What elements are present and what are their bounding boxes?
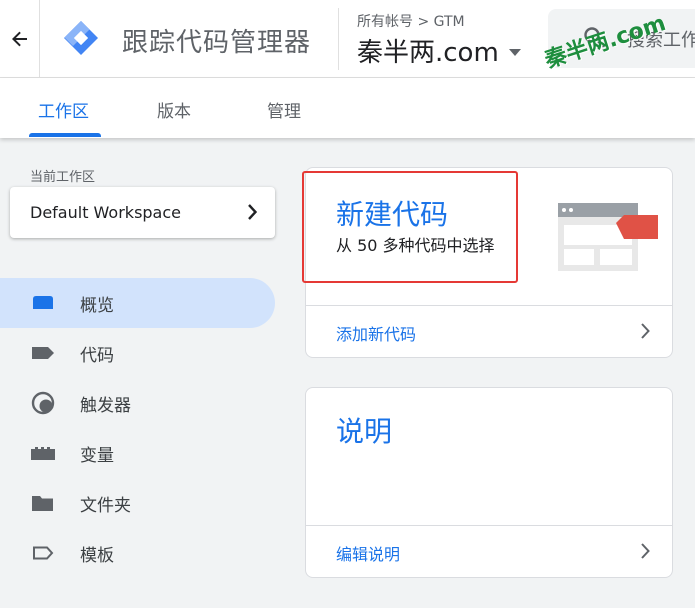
top-app-bar: 跟踪代码管理器 所有帐号 > GTM 秦半两.com 搜索工作 秦半两.com (0, 0, 695, 78)
sidebar-item-templates[interactable]: 模板 (0, 528, 275, 578)
variable-icon (31, 447, 55, 460)
tag-icon (32, 347, 54, 359)
chevron-right-icon (248, 204, 257, 220)
edit-description-link[interactable]: 编辑说明 (336, 541, 400, 565)
description-card: 说明 编辑说明 (305, 387, 673, 578)
back-button[interactable] (0, 0, 40, 78)
overview-icon (33, 296, 53, 309)
edit-description-row[interactable]: 编辑说明 (306, 525, 672, 577)
chevron-right-icon (641, 323, 650, 339)
tag-illustration-icon (558, 203, 658, 271)
container-selector[interactable]: 秦半两.com (357, 32, 521, 69)
sidebar-item-folders[interactable]: 文件夹 (0, 478, 275, 528)
sidebar-item-overview[interactable]: 概览 (0, 278, 275, 328)
dropdown-caret-icon (508, 49, 521, 56)
account-breadcrumb[interactable]: 所有帐号 > GTM (357, 11, 465, 31)
header-divider (338, 8, 339, 70)
sidebar-item-label: 文件夹 (80, 496, 131, 516)
add-new-tag-link[interactable]: 添加新代码 (336, 321, 416, 345)
template-icon (33, 546, 54, 560)
app-title: 跟踪代码管理器 (122, 28, 312, 58)
workspace-selector[interactable]: Default Workspace (10, 187, 275, 238)
sidebar-item-label: 触发器 (80, 396, 131, 416)
tab-versions[interactable]: 版本 (157, 97, 191, 122)
trigger-icon (31, 391, 55, 415)
tab-admin[interactable]: 管理 (267, 97, 301, 122)
workspace-name: Default Workspace (30, 203, 181, 222)
sidebar-item-label: 概览 (80, 296, 114, 316)
folder-icon (32, 496, 53, 511)
sidebar-item-tags[interactable]: 代码 (0, 328, 275, 378)
sidebar-item-label: 模板 (80, 546, 114, 566)
sidebar-item-variables[interactable]: 变量 (0, 428, 275, 478)
container-name: 秦半两.com (357, 38, 499, 68)
workspace-caption: 当前工作区 (30, 170, 96, 185)
sidebar-item-triggers[interactable]: 触发器 (0, 378, 275, 428)
sidebar-item-label: 变量 (80, 446, 114, 466)
annotation-highlight (302, 171, 518, 283)
gtm-logo-icon[interactable] (62, 19, 100, 57)
arrow-back-icon (11, 31, 27, 47)
sidebar-item-label: 代码 (80, 346, 114, 366)
chevron-right-icon (641, 543, 650, 559)
tab-bar: 工作区 版本 管理 (0, 78, 695, 138)
add-new-tag-row[interactable]: 添加新代码 (306, 305, 672, 357)
tab-workspace[interactable]: 工作区 (38, 97, 89, 122)
description-title: 说明 (336, 415, 393, 448)
active-tab-indicator (29, 133, 101, 137)
